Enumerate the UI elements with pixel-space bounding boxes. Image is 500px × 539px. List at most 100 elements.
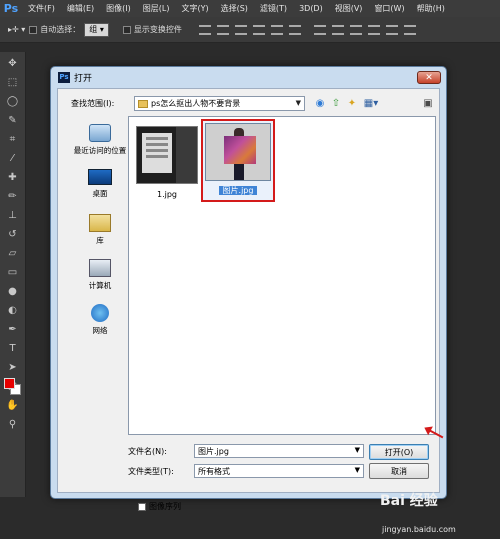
menu-file[interactable]: 文件(F) xyxy=(22,3,61,14)
file-name-field-label: 文件名(N): xyxy=(128,447,167,456)
auto-select-dropdown[interactable]: 组 ▾ xyxy=(84,22,109,37)
history-brush-tool-icon[interactable]: ↺ xyxy=(3,226,23,242)
photoshop-app-icon: Ps xyxy=(58,71,70,83)
menu-select[interactable]: 选择(S) xyxy=(215,3,254,14)
menu-view[interactable]: 视图(V) xyxy=(329,3,369,14)
open-button[interactable]: 打开(O) xyxy=(369,444,429,460)
place-recent[interactable]: 最近访问的位置 xyxy=(68,124,132,156)
hand-tool-icon[interactable]: ✋ xyxy=(3,397,23,413)
distribute-left-icon[interactable] xyxy=(367,24,380,35)
marquee-tool-icon[interactable]: ⬚ xyxy=(3,74,23,90)
file-thumbnail xyxy=(136,126,198,184)
align-bottom-icon[interactable] xyxy=(234,24,247,35)
close-button[interactable]: ✕ xyxy=(417,71,441,84)
folder-icon xyxy=(138,99,148,108)
quick-select-tool-icon[interactable]: ✎ xyxy=(3,112,23,128)
computer-icon xyxy=(89,259,111,277)
place-desktop[interactable]: 桌面 xyxy=(68,169,132,199)
image-sequence-option[interactable]: 图像序列 xyxy=(138,501,181,512)
dialog-body: 查找范围(I): ps怎么抠出人物不要背景 ▼ ◉ ⇧ ✦ ▦▾ ▣ 最近访问的… xyxy=(57,88,440,511)
stamp-tool-icon[interactable]: ⊥ xyxy=(3,207,23,223)
align-vcenter-icon[interactable] xyxy=(216,24,229,35)
distribute-bottom-icon[interactable] xyxy=(349,24,362,35)
show-transform-checkbox[interactable] xyxy=(122,25,131,34)
figure-body xyxy=(224,136,256,164)
place-computer[interactable]: 计算机 xyxy=(68,259,132,291)
menu-bar: Ps 文件(F) 编辑(E) 图像(I) 图层(L) 文字(Y) 选择(S) 滤… xyxy=(0,0,500,17)
network-icon xyxy=(91,304,109,322)
place-desktop-label: 桌面 xyxy=(92,189,108,198)
file-thumbnail xyxy=(205,123,271,181)
auto-select-label: 自动选择： xyxy=(40,25,81,34)
auto-select-checkbox[interactable] xyxy=(29,25,38,34)
zoom-tool-icon[interactable]: ⚲ xyxy=(3,416,23,432)
eraser-tool-icon[interactable]: ▱ xyxy=(3,245,23,261)
file-name-label: 图片.jpg xyxy=(218,186,258,195)
look-in-value: ps怎么抠出人物不要背景 xyxy=(151,99,241,108)
cancel-button[interactable]: 取消 xyxy=(369,463,429,479)
file-item-selected[interactable]: 图片.jpg xyxy=(203,123,273,196)
menu-edit[interactable]: 编辑(E) xyxy=(61,3,100,14)
chevron-down-icon: ▼ xyxy=(295,99,301,107)
chevron-down-icon[interactable]: ▼ xyxy=(355,446,360,454)
place-libraries[interactable]: 库 xyxy=(68,214,132,246)
libraries-icon xyxy=(89,214,111,232)
new-folder-icon[interactable]: ✦ xyxy=(346,97,358,109)
align-right-icon[interactable] xyxy=(288,24,301,35)
type-tool-icon[interactable]: T xyxy=(3,340,23,356)
menu-layer[interactable]: 图层(L) xyxy=(137,3,176,14)
pen-tool-icon[interactable]: ✒ xyxy=(3,321,23,337)
auto-select-value: 组 xyxy=(89,25,98,34)
align-top-icon[interactable] xyxy=(198,24,211,35)
menu-help[interactable]: 帮助(H) xyxy=(411,3,451,14)
preview-folder-icon[interactable]: ▣ xyxy=(422,97,434,109)
move-tool-icon[interactable]: ✥ xyxy=(3,55,23,71)
place-recent-label: 最近访问的位置 xyxy=(73,146,127,155)
dodge-tool-icon[interactable]: ◐ xyxy=(3,302,23,318)
look-in-label: 查找范围(I): xyxy=(71,99,115,108)
place-network-label: 网络 xyxy=(92,326,108,335)
menu-image[interactable]: 图像(I) xyxy=(100,3,137,14)
menu-filter[interactable]: 滤镜(T) xyxy=(254,3,293,14)
align-left-icon[interactable] xyxy=(252,24,265,35)
path-select-tool-icon[interactable]: ➤ xyxy=(3,359,23,375)
distribute-right-icon[interactable] xyxy=(403,24,416,35)
gradient-tool-icon[interactable]: ▭ xyxy=(3,264,23,280)
menu-type[interactable]: 文字(Y) xyxy=(175,3,214,14)
recent-places-icon xyxy=(89,124,111,142)
watermark-logo: Bai 经验 xyxy=(380,493,438,509)
image-sequence-label: 图像序列 xyxy=(149,502,181,511)
healing-tool-icon[interactable]: ✚ xyxy=(3,169,23,185)
menu-window[interactable]: 窗口(W) xyxy=(368,3,410,14)
image-sequence-checkbox[interactable] xyxy=(138,502,146,511)
file-item[interactable]: 1.jpg xyxy=(132,126,202,199)
menu-3d[interactable]: 3D(D) xyxy=(293,4,329,13)
distribute-hcenter-icon[interactable] xyxy=(385,24,398,35)
file-type-select[interactable]: 所有格式 ▼ xyxy=(194,464,364,478)
distribute-vcenter-icon[interactable] xyxy=(331,24,344,35)
brush-tool-icon[interactable]: ✏ xyxy=(3,188,23,204)
file-name-input[interactable]: 图片.jpg ▼ xyxy=(194,444,364,458)
place-libraries-label: 库 xyxy=(96,236,104,245)
crop-tool-icon[interactable]: ⌗ xyxy=(3,131,23,147)
desktop-icon xyxy=(88,169,112,185)
file-list[interactable]: 1.jpg 图片.jpg xyxy=(128,116,436,435)
back-icon[interactable]: ◉ xyxy=(314,97,326,109)
look-in-dropdown[interactable]: ps怎么抠出人物不要背景 ▼ xyxy=(134,96,305,111)
align-hcenter-icon[interactable] xyxy=(270,24,283,35)
show-transform-label: 显示变换控件 xyxy=(133,25,182,34)
dialog-titlebar: Ps 打开 ✕ xyxy=(51,67,446,87)
up-folder-icon[interactable]: ⇧ xyxy=(330,97,342,109)
place-network[interactable]: 网络 xyxy=(68,304,132,336)
eyedropper-tool-icon[interactable]: ⁄ xyxy=(3,150,23,166)
open-dialog: Ps 打开 ✕ 查找范围(I): ps怎么抠出人物不要背景 ▼ ◉ ⇧ ✦ ▦▾… xyxy=(50,66,447,511)
places-bar: 最近访问的位置 桌面 库 计算机 网络 xyxy=(68,119,132,439)
distribute-top-icon[interactable] xyxy=(313,24,326,35)
lasso-tool-icon[interactable]: ◯ xyxy=(3,93,23,109)
foreground-color-swatch[interactable] xyxy=(4,378,15,389)
watermark-url: jingyan.baidu.com xyxy=(382,525,456,534)
blur-tool-icon[interactable]: ● xyxy=(3,283,23,299)
move-tool-preset-icon[interactable]: ▸✛ ▾ xyxy=(8,25,25,34)
tools-panel: ✥ ⬚ ◯ ✎ ⌗ ⁄ ✚ ✏ ⊥ ↺ ▱ ▭ ● ◐ ✒ T ➤ ▢ ✋ ⚲ xyxy=(0,52,26,497)
view-menu-icon[interactable]: ▦▾ xyxy=(362,97,380,109)
